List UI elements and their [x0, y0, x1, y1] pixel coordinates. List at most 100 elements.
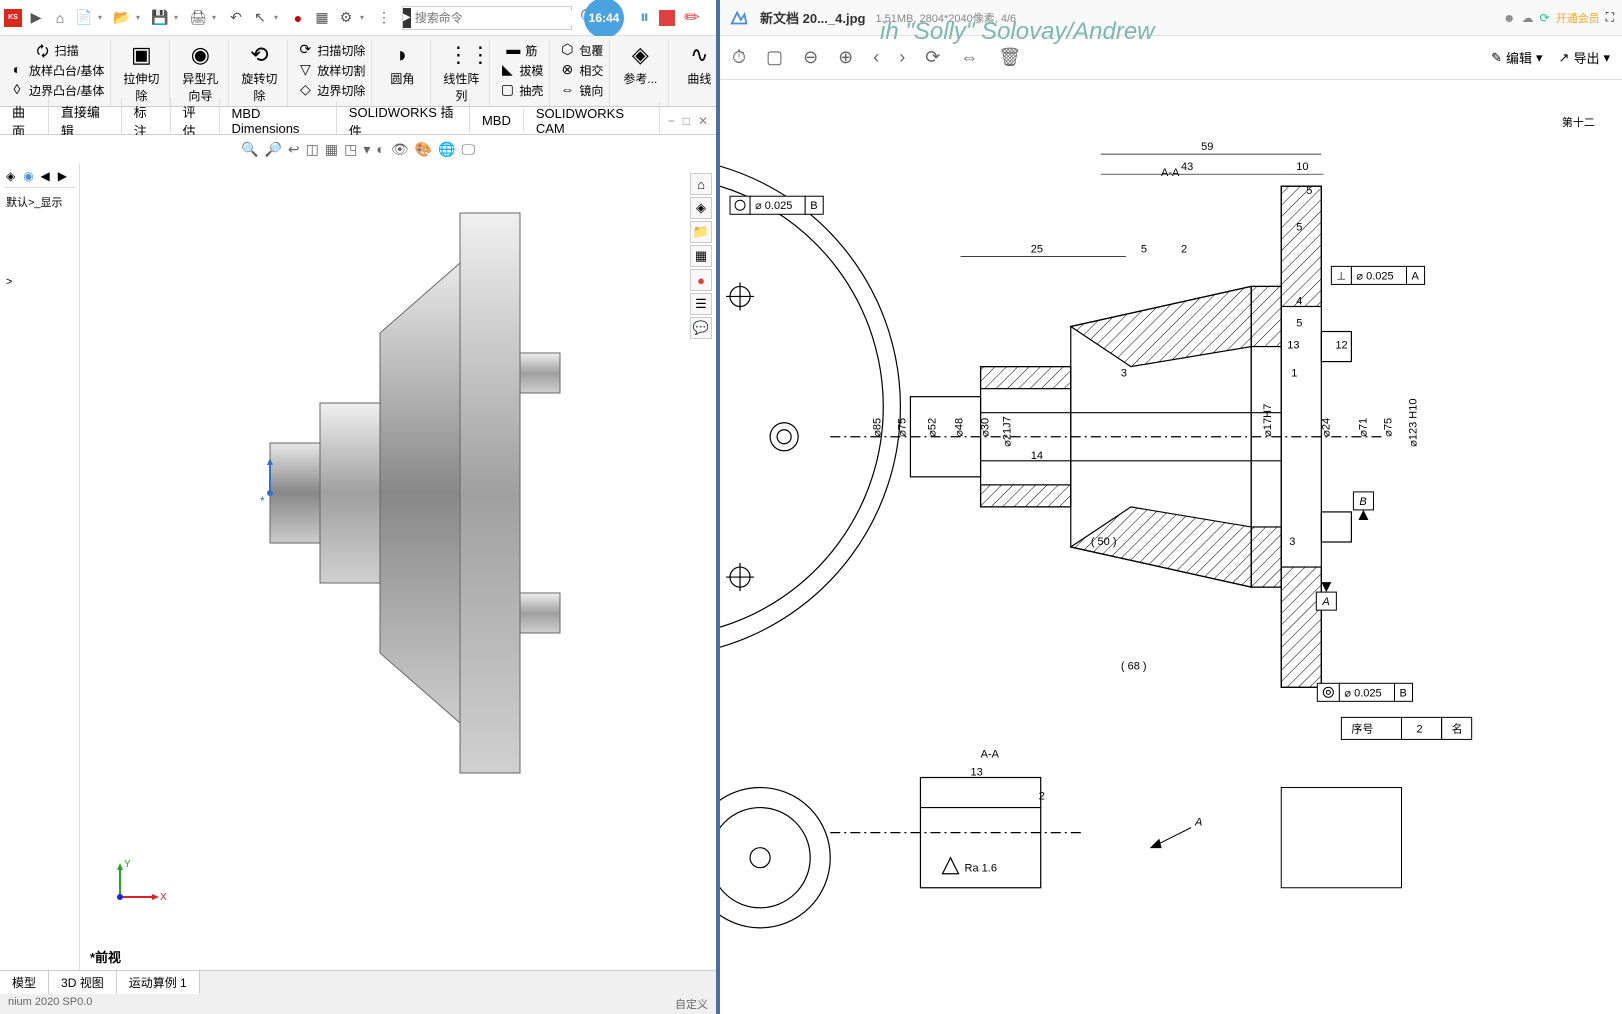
section-view-icon[interactable]: ◫: [306, 141, 319, 158]
timer-icon[interactable]: ⏱: [732, 47, 746, 68]
delete-icon[interactable]: 🗑: [998, 47, 1021, 68]
appearance-icon[interactable]: 👁: [391, 141, 409, 158]
file-tab[interactable]: 新文档 20..._4.jpg: [760, 8, 865, 27]
drawing-canvas[interactable]: 第十二 ⌀ 0.025 B A-A 59 43 10: [720, 80, 1622, 1014]
stop-icon[interactable]: [659, 10, 675, 26]
svg-text:B: B: [1359, 496, 1366, 508]
tree-node[interactable]: >: [4, 216, 75, 348]
curves-button[interactable]: ∿曲线: [675, 40, 723, 89]
vip-button[interactable]: 开通会员: [1556, 10, 1600, 26]
wrap-button[interactable]: ⬡包覆: [556, 40, 605, 60]
screen-icon[interactable]: 🖵: [461, 141, 475, 158]
list-icon[interactable]: ☰: [690, 293, 712, 315]
zoom-out-icon[interactable]: ⊖: [803, 47, 818, 68]
intersect-button[interactable]: ⊗相交: [556, 60, 605, 80]
linear-pattern-button[interactable]: ⋮⋮线性阵列: [437, 40, 485, 106]
next-arrow-icon[interactable]: ▶: [58, 169, 73, 185]
rotate-cut-button[interactable]: ⟲旋转切除: [235, 40, 283, 106]
home-icon[interactable]: ⌂: [50, 8, 70, 28]
sweep-button[interactable]: 🗘扫描: [32, 40, 81, 60]
zoom-area-icon[interactable]: 🔎: [264, 141, 281, 158]
edit-button[interactable]: ✎ 编辑 ▾: [1491, 48, 1542, 67]
export-button[interactable]: ↗ 导出 ▾: [1559, 48, 1610, 67]
annotate-icon[interactable]: ✎: [680, 5, 706, 31]
display-style-icon[interactable]: ▦: [325, 141, 338, 158]
options-icon[interactable]: ▦: [312, 8, 332, 28]
select-icon[interactable]: ↖: [250, 8, 270, 28]
undo-icon[interactable]: ↶: [226, 8, 246, 28]
shell-button[interactable]: ▢抽壳: [496, 80, 545, 100]
cloud-icon[interactable]: ☁: [1522, 11, 1534, 25]
emoji-icon[interactable]: ☻: [1503, 11, 1516, 25]
tab-mbd[interactable]: MBD: [470, 109, 524, 132]
folder-icon[interactable]: 📁: [690, 221, 712, 243]
sweep-cut-button[interactable]: ⟳扫描切除: [294, 40, 367, 60]
prev-icon[interactable]: ‹: [873, 47, 879, 68]
misc-icon[interactable]: ⋮: [374, 8, 394, 28]
grid-icon[interactable]: ▦: [690, 245, 712, 267]
flip-icon[interactable]: ⇔: [960, 47, 978, 68]
extrude-cut-button[interactable]: ▣拉伸切除: [117, 40, 165, 106]
loft-boss-button[interactable]: ◐放样凸台/基体: [6, 60, 106, 80]
minimize-icon[interactable]: −: [668, 114, 675, 128]
draft-button[interactable]: ◣拔模: [496, 60, 545, 80]
iso-view-icon[interactable]: ◈: [690, 197, 712, 219]
search-input[interactable]: [411, 11, 574, 25]
tree-tab-icon[interactable]: ◈: [6, 169, 21, 185]
prev-arrow-icon[interactable]: ◀: [41, 169, 56, 185]
custom-label: 自定义: [675, 996, 708, 1012]
next-icon[interactable]: ›: [899, 47, 905, 68]
hide-show-icon[interactable]: ▾: [363, 141, 370, 158]
svg-text:⌀71: ⌀71: [1357, 418, 1369, 437]
btab-model[interactable]: 模型: [0, 971, 49, 994]
ref-geom-button[interactable]: ◈参考...: [616, 40, 664, 89]
settings-icon[interactable]: ⚙: [336, 8, 356, 28]
hole-wizard-button[interactable]: ◉异型孔向导: [176, 40, 224, 106]
feature-tree[interactable]: ◈ ◉ ◀ ▶ 默认>_显示 >: [0, 163, 80, 970]
open-icon[interactable]: 📂: [112, 8, 132, 28]
btab-3dview[interactable]: 3D 视图: [49, 971, 117, 994]
new-icon[interactable]: 📄: [74, 8, 94, 28]
tree-default-display[interactable]: 默认>_显示: [4, 188, 75, 216]
btab-motion[interactable]: 运动算例 1: [117, 971, 200, 994]
command-search[interactable]: ▶ 🔍: [402, 6, 572, 30]
pause-icon[interactable]: ⏸: [640, 7, 649, 28]
chat-icon[interactable]: 💬: [690, 317, 712, 339]
save-icon[interactable]: 💾: [150, 8, 170, 28]
prev-view-icon[interactable]: ↩: [288, 141, 300, 158]
maximize-icon[interactable]: □: [683, 114, 690, 128]
play-icon[interactable]: ▶: [26, 8, 46, 28]
svg-text:⌀123 H10: ⌀123 H10: [1408, 398, 1420, 446]
mirror-button[interactable]: ⇔镜向: [556, 80, 605, 100]
traffic-light-icon[interactable]: ●: [288, 8, 308, 28]
viewport[interactable]: * ⌂ ◈ 📁 ▦ ● ☰ 💬 Y X: [80, 163, 716, 970]
zoom-fit-icon[interactable]: 🔍: [241, 141, 258, 158]
timer-badge: 16:44: [584, 0, 624, 38]
world-icon[interactable]: 🌐: [438, 141, 455, 158]
print-icon[interactable]: 🖨: [188, 8, 208, 28]
solidworks-pane: KS ▶ ⌂ 📄▾ 📂▾ 💾▾ 🖨▾ ↶ ↖▾ ● ▦ ⚙▾ ⋮ ▶ 🔍 16:…: [0, 0, 720, 1014]
svg-text:A: A: [1321, 596, 1329, 608]
rib-button[interactable]: ▬筋: [502, 40, 539, 60]
home-view-icon[interactable]: ⌂: [690, 173, 712, 195]
solidworks-logo: KS: [4, 9, 22, 27]
tab-sw-cam[interactable]: SOLIDWORKS CAM: [524, 102, 660, 140]
rotate-icon[interactable]: ⟳: [925, 47, 940, 68]
crop-icon[interactable]: ▢: [766, 47, 783, 68]
color-icon[interactable]: ●: [690, 269, 712, 291]
viewer-logo-icon: [728, 7, 750, 29]
loft-cut2-button[interactable]: ▽放样切割: [294, 60, 367, 80]
tab-mbd-dims[interactable]: MBD Dimensions: [220, 102, 337, 140]
config-tab-icon[interactable]: ◉: [23, 169, 38, 185]
fillet-button[interactable]: ◗圆角: [378, 40, 426, 89]
svg-text:A: A: [1194, 817, 1202, 829]
close-icon[interactable]: ✕: [698, 114, 708, 128]
svg-text:⌀85: ⌀85: [871, 418, 883, 437]
svg-text:A-A: A-A: [981, 748, 1000, 760]
render-icon[interactable]: 🎨: [415, 141, 432, 158]
sync-icon[interactable]: ⟳: [1540, 11, 1550, 25]
zoom-in-icon[interactable]: ⊕: [838, 47, 853, 68]
expand-icon[interactable]: ⛶: [1606, 10, 1614, 25]
scene-icon[interactable]: ◐: [376, 141, 384, 157]
view-orient-icon[interactable]: ◳: [344, 141, 357, 158]
